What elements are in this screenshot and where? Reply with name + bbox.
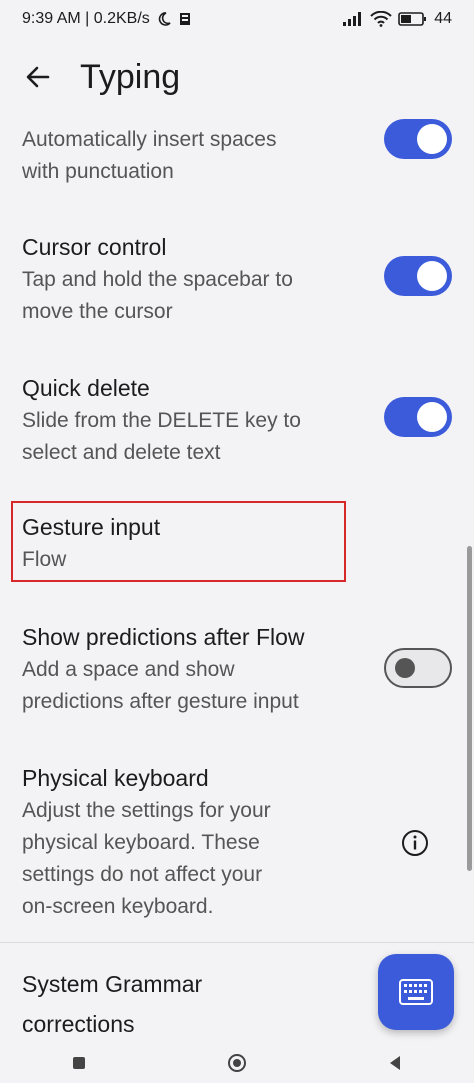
scrollbar[interactable] — [467, 546, 472, 871]
signal-icon — [343, 12, 362, 26]
system-nav-bar — [0, 1042, 474, 1083]
toggle-quick-delete[interactable] — [384, 397, 452, 437]
wifi-icon — [370, 11, 392, 27]
keyboard-icon — [399, 979, 433, 1005]
setting-desc: Add a space and show — [22, 658, 235, 681]
setting-desc: Slide from the DELETE key to — [22, 409, 301, 432]
setting-desc: Adjust the settings for your — [22, 799, 271, 822]
back-nav-button[interactable] — [375, 1043, 415, 1083]
section-divider — [0, 942, 474, 943]
setting-desc: physical keyboard. These — [22, 831, 260, 854]
home-circle-icon — [228, 1053, 246, 1072]
toggle-cursor-control[interactable] — [384, 256, 452, 296]
page-title: Typing — [80, 57, 181, 96]
toggle-knob — [417, 261, 447, 291]
setting-desc: move the cursor — [22, 300, 173, 323]
home-button[interactable] — [217, 1043, 257, 1083]
setting-title: Physical keyboard — [22, 765, 209, 791]
setting-quick-delete[interactable]: Quick delete Slide from the DELETE key t… — [0, 375, 474, 505]
setting-desc: select and delete text — [22, 441, 221, 464]
square-icon — [73, 1056, 85, 1069]
recents-button[interactable] — [59, 1043, 99, 1083]
status-bar: 9:39 AM | 0.2KB/s 44 — [0, 0, 474, 38]
setting-desc: on-screen keyboard. — [22, 895, 214, 918]
back-button[interactable] — [16, 55, 60, 99]
toggle-show-predictions[interactable] — [384, 648, 452, 688]
setting-title: System Grammar — [22, 971, 203, 997]
moon-icon — [158, 12, 171, 26]
setting-show-predictions[interactable]: Show predictions after Flow Add a space … — [0, 624, 474, 754]
battery-percent: 44 — [434, 10, 452, 27]
settings-list[interactable]: Automatically insert spaces with punctua… — [0, 116, 474, 1042]
setting-desc: Tap and hold the spacebar to — [22, 268, 293, 291]
app-bar: Typing — [0, 38, 474, 116]
toggle-auto-spaces[interactable] — [384, 119, 452, 159]
notification-icon — [179, 13, 190, 25]
info-icon[interactable] — [400, 828, 430, 858]
keyboard-fab-button[interactable] — [378, 954, 454, 1030]
setting-title: corrections — [22, 1011, 135, 1037]
toggle-knob — [417, 402, 447, 432]
setting-desc: settings do not affect your — [22, 863, 263, 886]
triangle-back-icon — [390, 1055, 400, 1070]
setting-title: Show predictions after Flow — [22, 624, 305, 650]
setting-title: Cursor control — [22, 234, 167, 260]
setting-desc: predictions after gesture input — [22, 690, 299, 713]
toggle-knob — [395, 658, 415, 678]
status-right: 44 — [342, 10, 452, 28]
setting-auto-spaces[interactable]: Automatically insert spaces with punctua… — [0, 116, 474, 234]
toggle-knob — [417, 124, 447, 154]
highlight-box — [11, 501, 346, 582]
arrow-left-icon — [26, 66, 50, 88]
setting-cursor-control[interactable]: Cursor control Tap and hold the spacebar… — [0, 234, 474, 376]
status-left: 9:39 AM | 0.2KB/s — [22, 10, 192, 28]
battery-icon — [398, 12, 427, 26]
setting-desc: with punctuation — [22, 160, 174, 183]
setting-title: Quick delete — [22, 375, 150, 401]
status-time: 9:39 AM | 0.2KB/s — [22, 10, 150, 27]
setting-desc: Automatically insert spaces — [22, 128, 277, 151]
